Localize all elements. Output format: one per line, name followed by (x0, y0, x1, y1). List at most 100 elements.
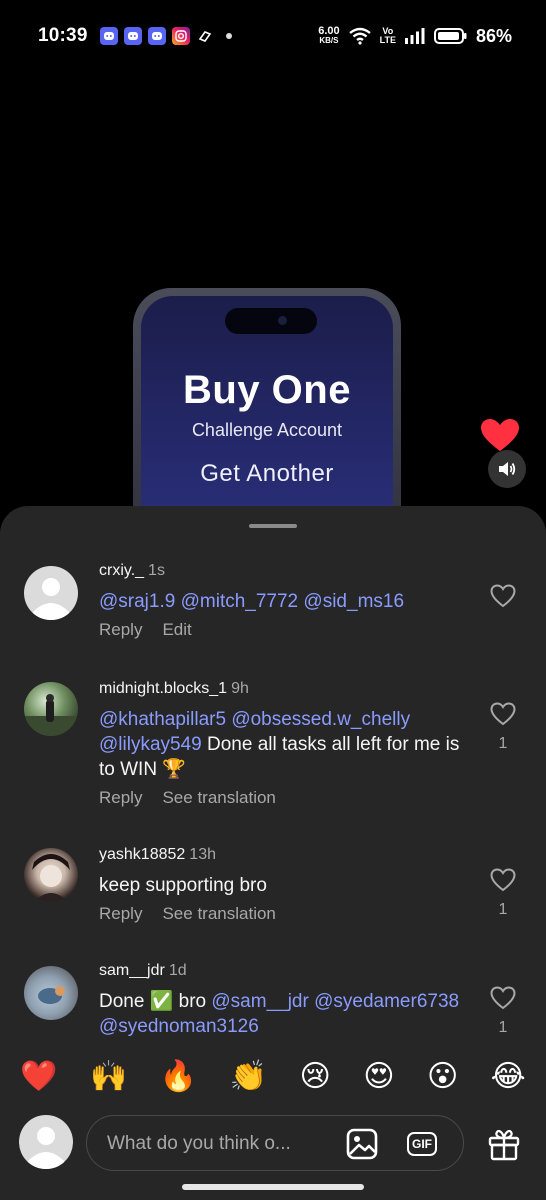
heart-outline-icon (490, 986, 516, 1010)
emoji-wow-button[interactable]: 😮 (427, 1060, 458, 1094)
comment-meta: yashk18852 13h (99, 846, 479, 864)
comment-actions: Reply Edit (99, 620, 479, 640)
comment-username[interactable]: crxiy._ (99, 562, 144, 579)
comment-time: 13h (189, 846, 216, 863)
battery-percent: 86% (475, 25, 512, 46)
image-icon (346, 1128, 378, 1160)
avatar[interactable] (24, 848, 78, 902)
comment-username[interactable]: midnight.blocks_1 (99, 680, 227, 697)
comment-like[interactable]: 1 (488, 702, 518, 753)
default-avatar-icon (28, 1127, 64, 1169)
network-speed-value: 6.00 (318, 25, 340, 37)
mention-link[interactable]: @mitch_7772 (181, 591, 299, 612)
like-reel-button[interactable] (480, 418, 520, 452)
comment-text: @khathapillar5 @obsessed.w_chelly @lilyk… (99, 707, 479, 782)
default-avatar-icon (33, 578, 69, 620)
discord-icon (123, 27, 142, 45)
comment-actions: Reply See translation (99, 904, 479, 924)
phone-notch (225, 308, 317, 334)
reply-button[interactable]: Reply (99, 620, 142, 640)
like-count: 1 (498, 1019, 508, 1036)
more-notifications-dot (225, 33, 232, 39)
emoji-clap-button[interactable]: 👏 (230, 1060, 267, 1094)
avatar-photo (24, 694, 78, 736)
avatar-photo (38, 986, 65, 1004)
volte-bottom: LTE (379, 35, 396, 45)
avatar[interactable] (24, 566, 78, 620)
reel-video[interactable]: Buy One Challenge Account Get Another (0, 72, 546, 512)
comment-like[interactable] (488, 584, 518, 613)
mention-link[interactable]: @obsessed.w_chelly (231, 709, 410, 730)
status-right: 6.00 KB/S Vo LTE 86% (318, 26, 512, 47)
emoji-heart-button[interactable]: ❤️ (20, 1060, 57, 1094)
comment-composer: What do you think o... GIF (0, 1110, 546, 1176)
comment-time: 9h (231, 680, 249, 697)
sheet-drag-handle[interactable] (249, 524, 297, 528)
emoji-heart-eyes-button[interactable]: 😍 (363, 1060, 394, 1094)
emoji-laughing-button[interactable]: 😂 (491, 1060, 526, 1094)
avatar[interactable] (24, 682, 78, 736)
comment-like[interactable]: 1 (488, 986, 518, 1037)
comment-body: yashk18852 13h keep supporting bro Reply … (99, 846, 479, 924)
comment-meta: crxiy._ 1s (99, 562, 479, 580)
comment-message: keep supporting bro (99, 875, 267, 896)
comment-text: Done ✅ bro @sam__jdr @syedamer6738 @syed… (99, 989, 479, 1039)
gif-button[interactable]: GIF (404, 1126, 440, 1162)
image-attach-button[interactable] (344, 1126, 380, 1162)
speaker-icon (499, 462, 516, 476)
see-translation-button[interactable]: See translation (162, 904, 275, 924)
emoji-raised-hands-button[interactable]: 🙌 (90, 1060, 127, 1094)
phone-screen: Buy One Challenge Account Get Another (141, 296, 393, 512)
mute-toggle-button[interactable] (488, 450, 526, 488)
comment-time: 1d (168, 962, 187, 979)
comment-username[interactable]: sam__jdr (99, 962, 165, 979)
battery-icon (433, 28, 467, 44)
network-speed-unit: KB/S (319, 36, 339, 45)
mention-link[interactable]: @lilykay549 (99, 734, 202, 755)
comment-like[interactable]: 1 (488, 868, 518, 919)
comment-meta: midnight.blocks_1 9h (99, 680, 479, 698)
avatar-photo (32, 854, 70, 902)
comment-body: midnight.blocks_1 9h @khathapillar5 @obse… (99, 680, 479, 808)
gif-label: GIF (407, 1132, 437, 1156)
emoji-fire-button[interactable]: 🔥 (160, 1060, 197, 1094)
emoji-crying-button[interactable]: 😢 (299, 1060, 330, 1094)
mention-link[interactable]: @sam__jdr (211, 991, 308, 1012)
comment-input[interactable]: What do you think o... GIF (86, 1115, 464, 1171)
comment-text: @sraj1.9 @mitch_7772 @sid_ms16 (99, 589, 479, 614)
promo-subtitle: Challenge Account (191, 420, 343, 440)
mention-link[interactable]: @sraj1.9 (99, 591, 175, 612)
mention-link[interactable]: @syednoman3126 (99, 1016, 259, 1037)
mention-link[interactable]: @khathapillar5 (99, 709, 226, 730)
mention-link[interactable]: @syedamer6738 (314, 991, 459, 1012)
comment-meta: sam__jdr 1d (99, 962, 479, 980)
reply-button[interactable]: Reply (99, 904, 142, 924)
comment-username[interactable]: yashk18852 (99, 846, 185, 863)
comment-body: crxiy._ 1s @sraj1.9 @mitch_7772 @sid_ms16… (99, 562, 479, 640)
comment-actions: Reply See translation (99, 788, 479, 808)
see-translation-button[interactable]: See translation (162, 788, 275, 808)
emoji-reaction-bar: ❤️ 🙌 🔥 👏 😢 😍 😮 😂 (0, 1053, 546, 1101)
discord-icon (99, 27, 118, 45)
avatar[interactable] (24, 966, 78, 1020)
gift-button[interactable] (484, 1124, 524, 1164)
edit-button[interactable]: Edit (162, 620, 191, 640)
notification-icons (99, 27, 232, 45)
mention-link[interactable]: @sid_ms16 (303, 591, 404, 612)
home-indicator[interactable] (182, 1184, 364, 1190)
like-count: 1 (498, 901, 508, 918)
reply-button[interactable]: Reply (99, 788, 142, 808)
comment-text: keep supporting bro (99, 873, 479, 898)
heart-outline-icon (490, 702, 516, 726)
heart-filled-icon (481, 419, 519, 451)
comment-message: Done ✅ bro (99, 991, 207, 1012)
gift-icon (488, 1129, 520, 1161)
comment-input-placeholder: What do you think o... (107, 1133, 291, 1154)
wifi-icon (348, 27, 371, 45)
promo-phone-image: Buy One Challenge Account Get Another (133, 288, 401, 512)
promo-headline: Buy One (183, 368, 351, 412)
instagram-icon (171, 27, 190, 45)
my-avatar[interactable] (19, 1115, 73, 1169)
network-speed: 6.00 KB/S (318, 26, 339, 46)
like-count: 1 (498, 735, 508, 752)
